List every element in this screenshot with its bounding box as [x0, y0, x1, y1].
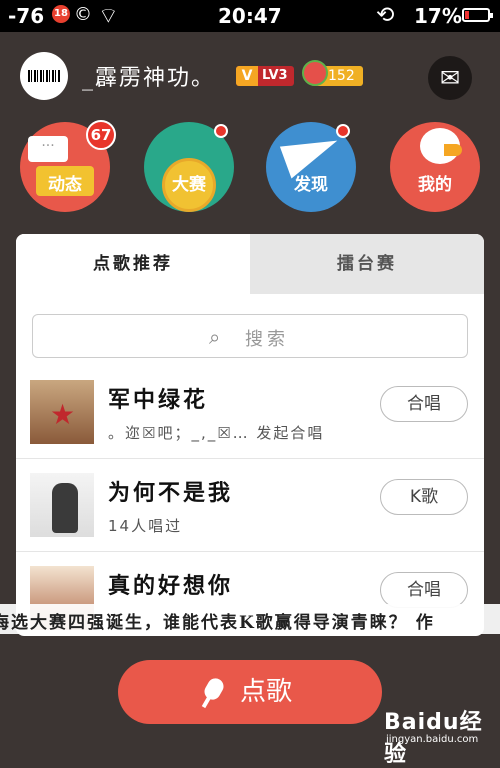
age-rating-icon: 18 [52, 5, 70, 23]
watermark: Baidu经验 jingyan.baidu.com [384, 702, 500, 767]
chorus-button[interactable]: 合唱 [380, 386, 468, 422]
battery-fill [465, 11, 469, 19]
song-title: 真的好想你 [108, 573, 234, 599]
mail-button[interactable]: ✉ [428, 56, 472, 100]
vip-v-icon: V [236, 66, 258, 86]
song-subtitle: 。迩☒吧；_,_☒… 发起合唱 [108, 424, 325, 442]
list-item[interactable]: 军中绿花 。迩☒吧；_,_☒… 发起合唱 合唱 [16, 366, 484, 459]
microphone-icon [201, 675, 227, 703]
song-title: 军中绿花 [108, 387, 209, 413]
search-icon: ⌕ [209, 325, 221, 349]
category-mine-button[interactable]: 我的 [390, 122, 480, 212]
category-mine-label: 我的 [418, 175, 452, 195]
request-song-label: 点歌 [240, 677, 293, 707]
announcement-ticker[interactable]: 海选大赛四强诞生，谁能代表K歌赢得导演青睐？ 作 [0, 604, 500, 634]
status-bar: -76 18 © ⌔ 20:47 ⟲ 17% [0, 0, 500, 32]
level-label: LV3 [262, 68, 288, 83]
avatar-image [28, 70, 60, 82]
album-cover [30, 380, 94, 444]
flower-count-badge[interactable]: 152 [302, 60, 363, 86]
feed-count-badge: 67 [86, 120, 116, 150]
list-item[interactable]: 为何不是我 14人唱过 K歌 [16, 459, 484, 552]
watermark-url: jingyan.baidu.com [386, 734, 479, 745]
category-feed-button[interactable]: ··· 动态 67 [20, 120, 116, 212]
request-song-button[interactable]: 点歌 [118, 660, 382, 724]
song-subtitle: 14人唱过 [108, 517, 183, 535]
discover-notification-dot [336, 124, 350, 138]
battery-percent: 17% [414, 4, 462, 28]
tab-arena[interactable]: 擂台赛 [250, 234, 484, 294]
wifi-icon: ⌔ [98, 4, 119, 29]
username[interactable]: _霹雳神功。 [82, 60, 215, 92]
rotation-lock-icon: ⟲ [376, 3, 395, 28]
tab-recommend[interactable]: 点歌推荐 [16, 234, 250, 294]
category-discover-button[interactable]: 发现 [266, 122, 356, 212]
contest-notification-dot [214, 124, 228, 138]
song-panel: 点歌推荐 擂台赛 ⌕ 搜索 军中绿花 。迩☒吧；_,_☒… 发起合唱 合唱 为何… [16, 234, 484, 636]
flower-icon [302, 60, 328, 86]
signal-strength: -76 [8, 4, 45, 28]
category-contest-label: 大赛 [172, 175, 206, 195]
search-placeholder: 搜索 [245, 329, 289, 350]
ticker-text: 海选大赛四强诞生，谁能代表K歌赢得导演青睐？ 作 [0, 613, 435, 633]
chat-bubble-icon: ··· [28, 136, 68, 162]
karaoke-button[interactable]: K歌 [380, 479, 468, 515]
category-discover-label: 发现 [294, 175, 328, 195]
envelope-icon: ✉ [439, 64, 461, 92]
level-badge[interactable]: V LV3 [236, 66, 294, 86]
battery-icon [462, 8, 493, 22]
tab-bar: 点歌推荐 擂台赛 [16, 234, 484, 294]
clock: 20:47 [218, 4, 282, 28]
chorus-button[interactable]: 合唱 [380, 572, 468, 608]
search-input[interactable]: ⌕ 搜索 [32, 314, 468, 358]
category-contest-button[interactable]: 大赛 [144, 122, 234, 212]
avatar[interactable] [20, 52, 68, 100]
song-title: 为何不是我 [108, 480, 234, 506]
copyright-icon: © [74, 4, 92, 25]
bird-mascot-icon [420, 128, 462, 164]
flower-count: 152 [328, 68, 355, 84]
album-cover [30, 473, 94, 537]
category-feed-label: 动态 [48, 175, 82, 195]
